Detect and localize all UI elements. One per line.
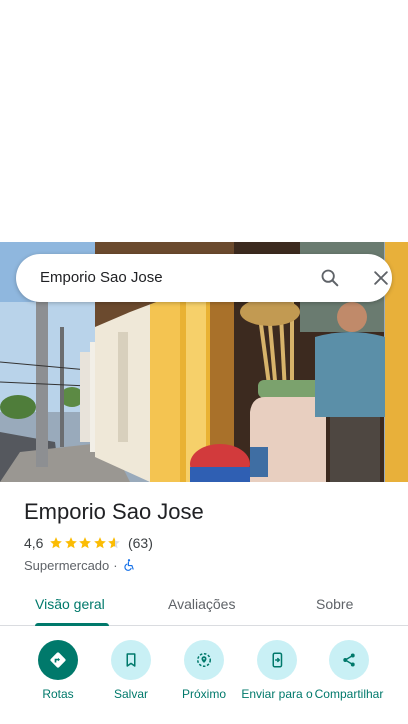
- nearby-button[interactable]: Próximo: [166, 640, 242, 701]
- star-icon: [79, 537, 92, 549]
- save-label: Salvar: [113, 687, 148, 701]
- search-button[interactable]: [314, 262, 346, 294]
- star-rating: [49, 536, 122, 550]
- star-icon: [65, 537, 77, 549]
- share-button[interactable]: Compartilhar: [311, 640, 387, 701]
- tab-reviews[interactable]: Avaliações: [168, 584, 235, 624]
- nearby-label: Próximo: [181, 687, 226, 701]
- close-icon: [374, 271, 388, 285]
- share-label: Compartilhar: [314, 687, 384, 701]
- rating-row[interactable]: 4,6 (63): [24, 534, 153, 552]
- directions-button[interactable]: Rotas: [20, 640, 96, 701]
- tab-bar: Visão geral Avaliações Sobre: [0, 584, 408, 626]
- review-count[interactable]: (63): [128, 535, 153, 551]
- category-row: Supermercado ·: [24, 556, 136, 574]
- share-icon: [343, 653, 355, 667]
- action-bar: Rotas Salvar Próximo Enviar para o Compa…: [0, 636, 408, 724]
- send-to-phone-icon: [272, 652, 283, 668]
- directions-icon: [50, 652, 66, 668]
- clear-search-button[interactable]: [365, 262, 397, 294]
- search-input[interactable]: Emporio Sao Jose: [40, 254, 163, 302]
- active-tab-indicator: [35, 623, 109, 626]
- search-icon: [321, 269, 339, 287]
- tab-overview[interactable]: Visão geral: [35, 584, 105, 624]
- star-icon: [108, 537, 121, 549]
- directions-label: Rotas: [42, 687, 74, 701]
- bookmark-icon: [126, 653, 136, 667]
- save-button[interactable]: Salvar: [93, 640, 169, 701]
- place-title: Emporio Sao Jose: [24, 499, 204, 524]
- tab-about[interactable]: Sobre: [316, 584, 353, 624]
- place-category: Supermercado: [24, 557, 110, 573]
- nearby-icon: [197, 653, 211, 667]
- star-icon: [94, 537, 106, 549]
- search-bar[interactable]: Emporio Sao Jose: [16, 254, 392, 302]
- star-icon: [50, 537, 63, 549]
- rating-value: 4,6: [24, 535, 44, 551]
- separator-dot: ·: [113, 557, 118, 573]
- send-to-phone-label: Enviar para o: [241, 687, 313, 701]
- map-area[interactable]: [0, 0, 408, 242]
- wheelchair-icon: [124, 559, 134, 571]
- send-to-phone-button[interactable]: Enviar para o: [239, 640, 315, 701]
